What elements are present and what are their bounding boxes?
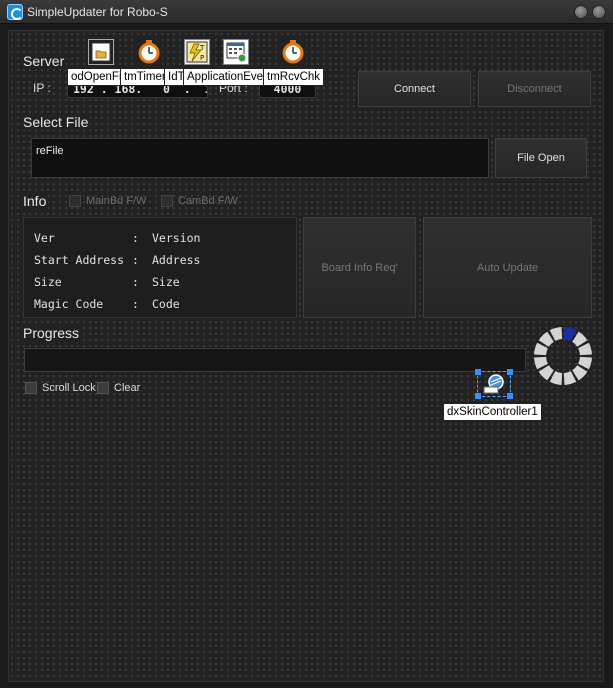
- info-row-magic-code: Magic Code : Code: [34, 293, 286, 315]
- info-row-start-address: Start Address : Address: [34, 249, 286, 271]
- application-events-icon: [226, 42, 247, 63]
- mainbd-checkbox-box[interactable]: [69, 195, 81, 207]
- info-value: Address: [152, 253, 201, 267]
- info-separator: :: [132, 253, 139, 267]
- info-separator: :: [132, 275, 139, 289]
- ip-label: IP :: [33, 81, 51, 95]
- app-icon: [7, 4, 23, 20]
- selection-handle[interactable]: [507, 369, 513, 375]
- tcp-icon: TP: [186, 41, 208, 63]
- spinner-segment: [538, 365, 554, 381]
- component-label-rcv-timer: tmRcvChk: [263, 68, 324, 86]
- component-label-open-dialog: odOpenFile: [67, 68, 123, 86]
- log-text: reLog: [27, 406, 62, 420]
- folder-icon: [91, 42, 111, 62]
- progress-label: Progress: [23, 325, 82, 341]
- auto-update-button[interactable]: Auto Update: [423, 217, 592, 318]
- tcp-component[interactable]: TP: [184, 39, 210, 65]
- info-label: Info: [23, 193, 49, 209]
- progress-bar: [24, 348, 526, 372]
- board-info-req-button[interactable]: Board Info Req': [303, 217, 416, 318]
- title-bar: SimpleUpdater for Robo-S: [0, 0, 613, 24]
- selection-handle[interactable]: [475, 393, 481, 399]
- clear-checkbox[interactable]: Clear: [97, 382, 140, 394]
- close-button[interactable]: [592, 5, 606, 19]
- log-memo[interactable]: reLog: [24, 401, 593, 677]
- server-label: Server: [23, 53, 67, 69]
- info-key: Start Address: [34, 253, 125, 267]
- select-file-label: Select File: [23, 114, 91, 130]
- selection-handle[interactable]: [475, 369, 481, 375]
- skin-controller-icon: [483, 374, 504, 394]
- spinner-segment: [538, 331, 554, 347]
- minimize-button[interactable]: [574, 5, 588, 19]
- info-separator: :: [132, 231, 139, 245]
- component-label-tcp: IdTCP: [164, 68, 185, 86]
- spinner-segment: [572, 331, 588, 347]
- file-open-button[interactable]: File Open: [495, 138, 587, 178]
- info-key: Magic Code: [34, 297, 104, 311]
- open-dialog-component[interactable]: [88, 39, 114, 65]
- scroll-lock-checkbox[interactable]: Scroll Lock: [25, 382, 96, 394]
- cambd-checkbox-label: CamBd F/W: [178, 195, 238, 207]
- svg-text:P: P: [200, 54, 204, 62]
- activity-spinner-icon: [534, 327, 592, 385]
- svg-text:T: T: [199, 44, 205, 52]
- component-label-application-events: ApplicationEvents: [183, 68, 265, 86]
- mainbd-checkbox[interactable]: MainBd F/W: [69, 195, 147, 207]
- disconnect-button[interactable]: Disconnect: [478, 71, 591, 107]
- info-value: Version: [152, 231, 201, 245]
- component-label-skin-controller: dxSkinController1: [443, 403, 542, 421]
- cambd-checkbox-box[interactable]: [161, 195, 173, 207]
- info-row-size: Size : Size: [34, 271, 286, 293]
- info-row-ver: Ver : Version: [34, 227, 286, 249]
- application-events-component[interactable]: [223, 39, 249, 65]
- connect-button[interactable]: Connect: [358, 71, 471, 107]
- spinner-segment: [572, 365, 588, 381]
- window-title: SimpleUpdater for Robo-S: [27, 5, 168, 19]
- clear-label: Clear: [114, 382, 141, 394]
- timer-component[interactable]: [136, 39, 162, 65]
- mainbd-checkbox-label: MainBd F/W: [86, 195, 147, 207]
- timer-icon: [138, 40, 160, 64]
- selection-handle[interactable]: [507, 393, 513, 399]
- clear-checkbox-box[interactable]: [97, 382, 109, 394]
- scroll-lock-label: Scroll Lock: [42, 382, 96, 394]
- info-key: Ver: [34, 231, 55, 245]
- info-separator: :: [132, 297, 139, 311]
- timer-icon: [282, 40, 304, 64]
- file-path-field[interactable]: reFile: [31, 138, 489, 178]
- cambd-checkbox[interactable]: CamBd F/W: [161, 195, 238, 207]
- info-key: Size: [34, 275, 62, 289]
- scroll-lock-checkbox-box[interactable]: [25, 382, 37, 394]
- skin-controller-component[interactable]: [475, 369, 513, 399]
- info-value: Code: [152, 297, 180, 311]
- info-value: Size: [152, 275, 180, 289]
- form-canvas: Server IP : 192 . 168. 0 . 110 Port : 40…: [8, 30, 604, 682]
- component-label-timer: tmTimer: [120, 68, 167, 86]
- board-info-panel: Ver : Version Start Address : Address Si…: [23, 217, 297, 318]
- rcv-timer-component[interactable]: [280, 39, 306, 65]
